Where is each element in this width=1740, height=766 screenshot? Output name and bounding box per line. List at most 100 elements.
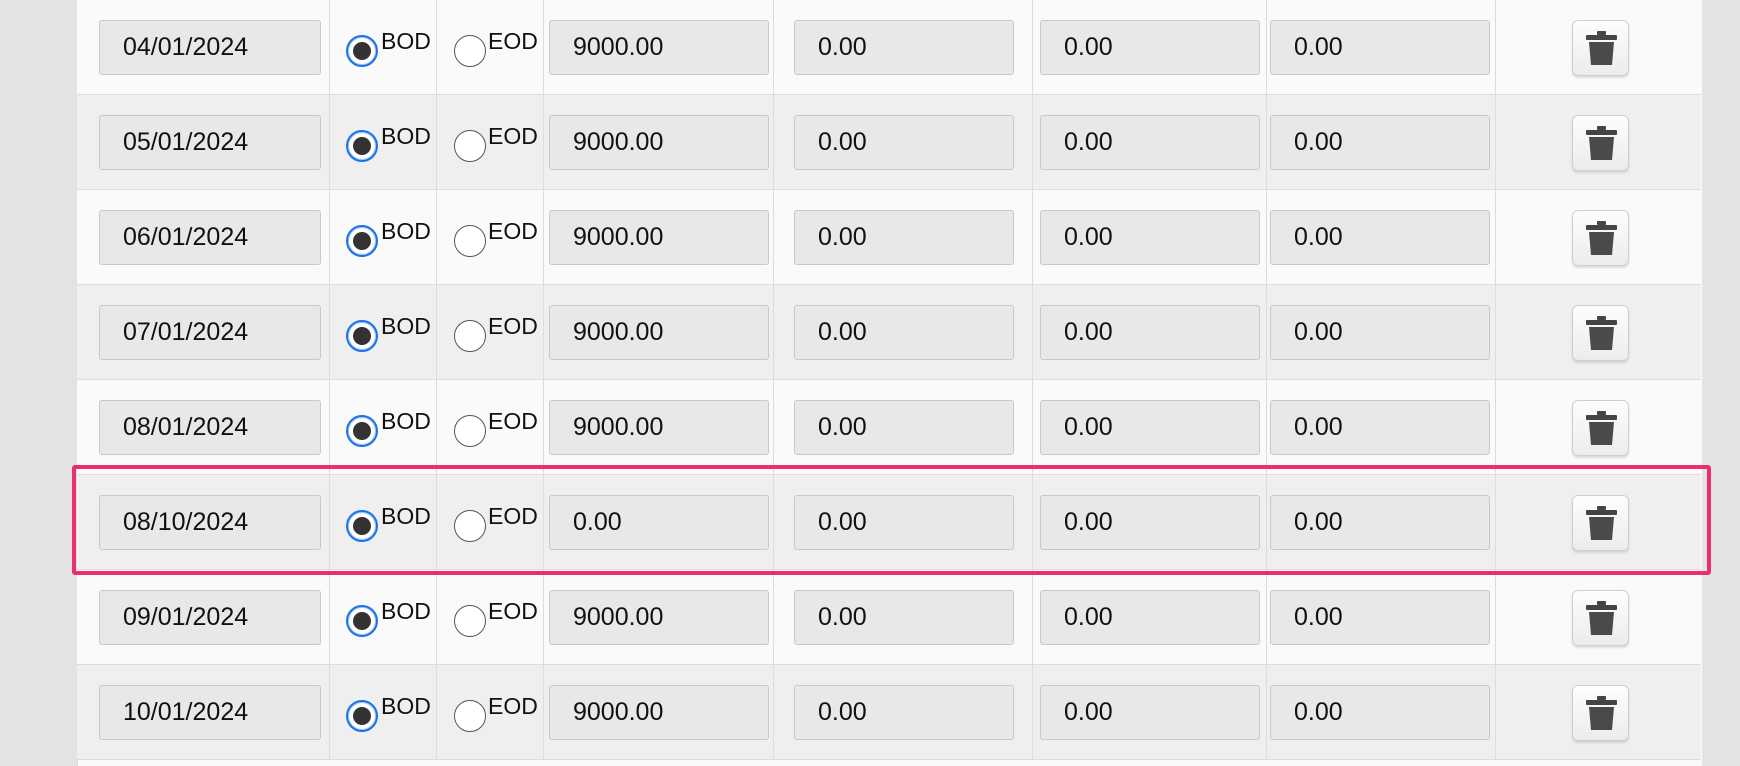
value-field[interactable]: 0.00	[794, 305, 1014, 360]
table-row: 07/01/2024 BOD EOD 9000.00 0.00 0.00 0.00	[77, 285, 1701, 380]
value-field[interactable]: 0.00	[1270, 590, 1490, 645]
amount-field[interactable]: 9000.00	[549, 400, 769, 455]
column-divider	[1495, 190, 1496, 284]
eod-radio-label: EOD	[488, 28, 538, 54]
date-field[interactable]: 07/01/2024	[99, 305, 321, 360]
eod-radio[interactable]	[454, 130, 486, 162]
delete-row-button[interactable]	[1572, 590, 1629, 646]
column-divider	[436, 0, 437, 94]
value-field[interactable]: 0.00	[1270, 305, 1490, 360]
column-divider	[329, 475, 330, 569]
value-field[interactable]: 0.00	[1270, 685, 1490, 740]
bod-radio[interactable]	[346, 130, 378, 162]
date-field[interactable]: 09/01/2024	[99, 590, 321, 645]
value-field[interactable]: 0.00	[1040, 495, 1260, 550]
column-divider	[773, 285, 774, 379]
date-field[interactable]: 10/01/2024	[99, 685, 321, 740]
value-field[interactable]: 0.00	[1270, 20, 1490, 75]
table-row: 08/01/2024 BOD EOD 9000.00 0.00 0.00 0.00	[77, 380, 1701, 475]
bod-radio-label: BOD	[381, 408, 431, 434]
column-divider	[773, 380, 774, 474]
column-divider	[1266, 285, 1267, 379]
value-field[interactable]: 0.00	[1270, 400, 1490, 455]
column-divider	[1032, 570, 1033, 664]
column-divider	[773, 190, 774, 284]
bod-radio[interactable]	[346, 700, 378, 732]
value-field[interactable]: 0.00	[794, 20, 1014, 75]
column-divider	[773, 665, 774, 759]
value-field[interactable]: 0.00	[1040, 590, 1260, 645]
amount-field[interactable]: 9000.00	[549, 590, 769, 645]
delete-row-button[interactable]	[1572, 20, 1629, 76]
eod-radio-label: EOD	[488, 218, 538, 244]
column-divider	[543, 95, 544, 189]
delete-row-button[interactable]	[1572, 685, 1629, 741]
eod-radio-label: EOD	[488, 123, 538, 149]
value-field[interactable]: 0.00	[1270, 115, 1490, 170]
value-field[interactable]: 0.00	[1040, 400, 1260, 455]
value-field[interactable]: 0.00	[794, 115, 1014, 170]
date-field[interactable]: 08/01/2024	[99, 400, 321, 455]
amount-field[interactable]: 0.00	[549, 495, 769, 550]
eod-radio[interactable]	[454, 320, 486, 352]
trash-icon	[1586, 411, 1617, 445]
trash-icon	[1586, 506, 1617, 540]
column-divider	[1032, 665, 1033, 759]
column-divider	[329, 665, 330, 759]
column-divider	[436, 475, 437, 569]
amount-field[interactable]: 9000.00	[549, 20, 769, 75]
bod-radio[interactable]	[346, 415, 378, 447]
date-field[interactable]: 05/01/2024	[99, 115, 321, 170]
eod-radio[interactable]	[454, 510, 486, 542]
eod-radio[interactable]	[454, 605, 486, 637]
column-divider	[543, 285, 544, 379]
value-field[interactable]: 0.00	[1270, 495, 1490, 550]
column-divider	[329, 285, 330, 379]
column-divider	[543, 665, 544, 759]
bod-radio[interactable]	[346, 320, 378, 352]
value-field[interactable]: 0.00	[794, 685, 1014, 740]
column-divider	[436, 570, 437, 664]
amount-field[interactable]: 9000.00	[549, 115, 769, 170]
bod-radio[interactable]	[346, 225, 378, 257]
eod-radio[interactable]	[454, 700, 486, 732]
delete-row-button[interactable]	[1572, 115, 1629, 171]
eod-radio-label: EOD	[488, 408, 538, 434]
value-field[interactable]: 0.00	[1040, 685, 1260, 740]
value-field[interactable]: 0.00	[1270, 210, 1490, 265]
date-field[interactable]: 06/01/2024	[99, 210, 321, 265]
value-field[interactable]: 0.00	[794, 495, 1014, 550]
eod-radio[interactable]	[454, 225, 486, 257]
amount-field[interactable]: 9000.00	[549, 305, 769, 360]
column-divider	[1032, 475, 1033, 569]
delete-row-button[interactable]	[1572, 495, 1629, 551]
amount-field[interactable]: 9000.00	[549, 685, 769, 740]
value-field[interactable]: 0.00	[1040, 20, 1260, 75]
bod-radio[interactable]	[346, 510, 378, 542]
column-divider	[543, 570, 544, 664]
value-field[interactable]: 0.00	[1040, 305, 1260, 360]
eod-radio-label: EOD	[488, 598, 538, 624]
value-field[interactable]: 0.00	[1040, 115, 1260, 170]
value-field[interactable]: 0.00	[794, 590, 1014, 645]
amount-field[interactable]: 9000.00	[549, 210, 769, 265]
trash-icon	[1586, 221, 1617, 255]
value-field[interactable]: 0.00	[794, 400, 1014, 455]
date-field[interactable]: 04/01/2024	[99, 20, 321, 75]
trash-icon	[1586, 601, 1617, 635]
bod-radio[interactable]	[346, 35, 378, 67]
trash-icon	[1586, 316, 1617, 350]
value-field[interactable]: 0.00	[1040, 210, 1260, 265]
delete-row-button[interactable]	[1572, 210, 1629, 266]
delete-row-button[interactable]	[1572, 400, 1629, 456]
value-field[interactable]: 0.00	[794, 210, 1014, 265]
table-row: 08/10/2024 BOD EOD 0.00 0.00 0.00 0.00	[77, 475, 1701, 570]
bod-radio-label: BOD	[381, 598, 431, 624]
bod-radio-label: BOD	[381, 123, 431, 149]
date-field[interactable]: 08/10/2024	[99, 495, 321, 550]
trash-icon	[1586, 126, 1617, 160]
eod-radio[interactable]	[454, 415, 486, 447]
bod-radio[interactable]	[346, 605, 378, 637]
eod-radio[interactable]	[454, 35, 486, 67]
delete-row-button[interactable]	[1572, 305, 1629, 361]
